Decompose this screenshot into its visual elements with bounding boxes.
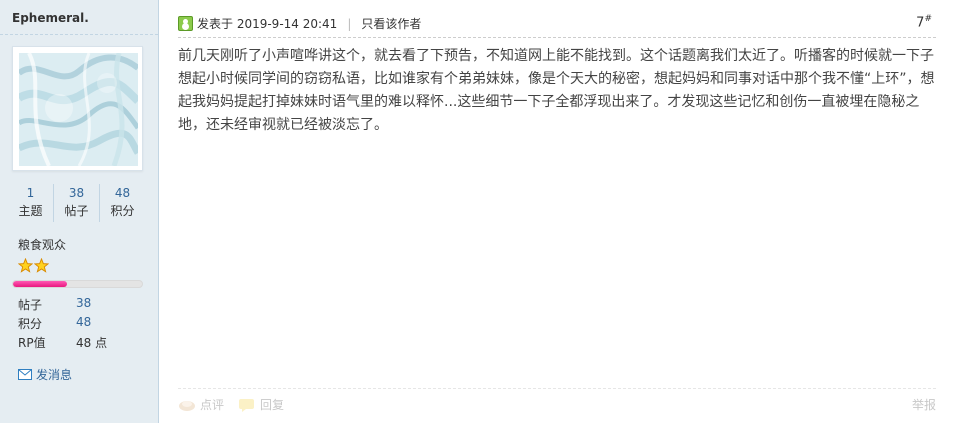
post-header: 发表于 2019-9-14 20:41 | 只看该作者 7# (178, 10, 936, 38)
floor-number[interactable]: 7# (916, 14, 932, 30)
report-link[interactable]: 举报 (912, 396, 936, 413)
stat-points[interactable]: 48 积分 (100, 184, 145, 222)
stat-points-value[interactable]: 48 (100, 184, 145, 202)
user-rank-title[interactable]: 粮食观众 (18, 236, 66, 253)
avatar[interactable] (19, 53, 138, 166)
info-rp: RP值 48 点 (18, 334, 107, 351)
post-content: 前几天刚听了小声喧哗讲这个，就去看了下预告，不知道网上能不能找到。这个话题离我们… (178, 48, 935, 133)
sidebar-divider (0, 34, 158, 35)
header-separator: | (347, 16, 352, 31)
comment-label[interactable]: 点评 (200, 396, 224, 413)
level-progress-bar (12, 280, 143, 288)
envelope-icon (18, 369, 32, 380)
info-posts: 帖子 38 (18, 296, 91, 313)
floor-suffix: # (924, 14, 932, 24)
comment-icon (179, 400, 195, 411)
rank-stars (18, 258, 49, 273)
stat-threads[interactable]: 1 主题 (8, 184, 54, 222)
info-points-label: 积分 (18, 317, 43, 331)
level-progress-fill (13, 281, 68, 287)
stat-posts[interactable]: 38 帖子 (54, 184, 100, 222)
post-footer: 点评 回复 举报 (178, 388, 936, 420)
send-message-label[interactable]: 发消息 (36, 366, 72, 383)
post-time: 发表于 2019-9-14 20:41 (197, 17, 338, 31)
user-online-icon (178, 16, 193, 31)
comment-button[interactable]: 点评 (178, 396, 224, 413)
author-username[interactable]: Ephemeral. (12, 11, 89, 25)
stat-points-label: 积分 (110, 204, 135, 218)
info-posts-label: 帖子 (18, 298, 43, 312)
avatar-frame (12, 46, 143, 171)
send-message-link[interactable]: 发消息 (18, 366, 72, 383)
info-points: 积分 48 (18, 315, 91, 332)
author-sidebar: Ephemeral. 1 主题 38 帖子 48 积分 粮食观众 帖子 38 积… (0, 0, 159, 423)
stat-posts-label: 帖子 (64, 204, 89, 218)
only-author-link[interactable]: 只看该作者 (361, 15, 421, 32)
author-stats: 1 主题 38 帖子 48 积分 (8, 184, 145, 222)
info-posts-value[interactable]: 38 (76, 296, 91, 313)
stat-threads-label: 主题 (18, 204, 43, 218)
reply-button[interactable]: 回复 (238, 396, 284, 413)
reply-label[interactable]: 回复 (260, 396, 284, 413)
reply-icon (239, 398, 255, 412)
star-icon (34, 258, 49, 273)
info-rp-value: 48 点 (76, 336, 108, 350)
info-rp-label: RP值 (18, 336, 46, 350)
stat-threads-value[interactable]: 1 (8, 184, 53, 202)
star-icon (18, 258, 33, 273)
stat-posts-value[interactable]: 38 (54, 184, 99, 202)
post-main: 发表于 2019-9-14 20:41 | 只看该作者 7# 前几天刚听了小声喧… (160, 0, 956, 423)
info-points-value[interactable]: 48 (76, 315, 91, 332)
